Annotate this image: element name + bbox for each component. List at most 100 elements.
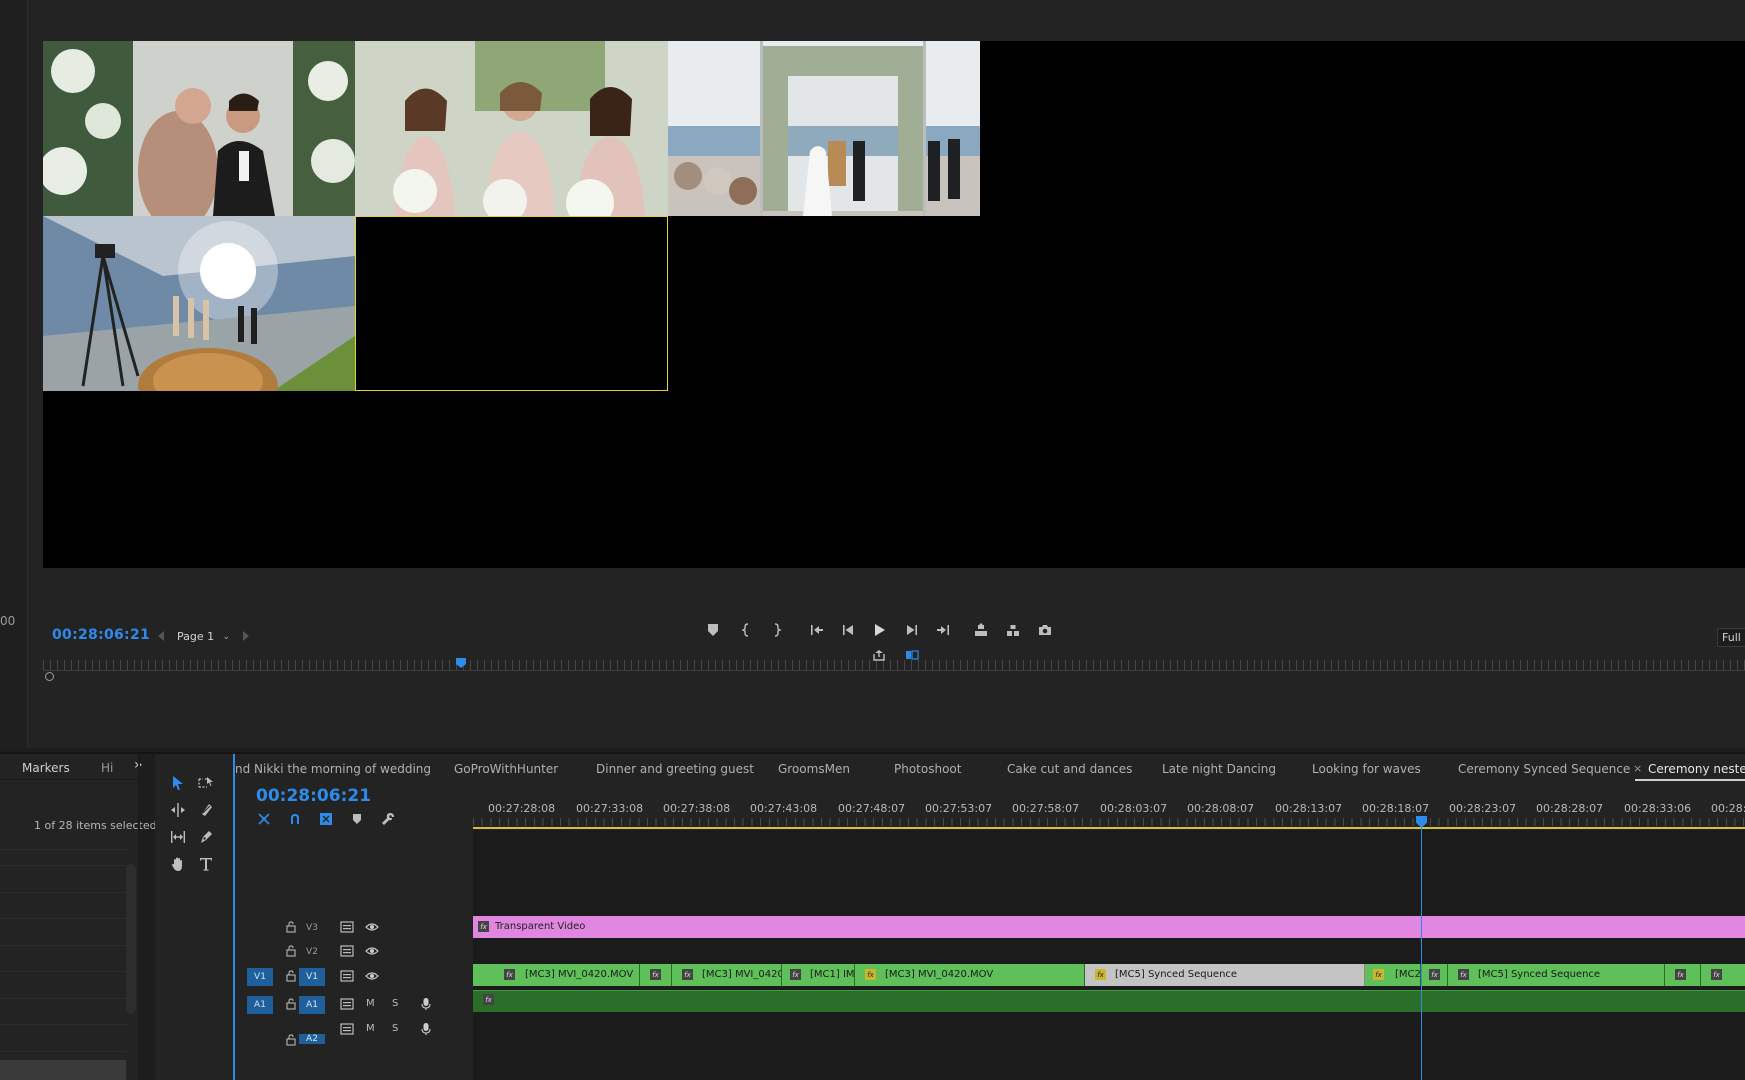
microphone-icon[interactable] [420, 1022, 432, 1036]
clip-v1[interactable]: fx [1701, 964, 1745, 986]
go-to-in-button[interactable] [806, 620, 828, 640]
clip-v1[interactable]: fx [MC3] MVI_0420.MOV [855, 964, 1085, 986]
track-name-v1[interactable]: V1 [299, 968, 325, 986]
bin-row[interactable] [0, 945, 126, 946]
clip-v1[interactable]: fx [MC5] Synced Sequence [1448, 964, 1665, 986]
tab-ceremony-nested[interactable]: Ceremony nested [1648, 762, 1745, 776]
bin-row[interactable] [0, 918, 126, 919]
hand-tool[interactable] [166, 852, 190, 876]
solo-button[interactable]: S [392, 1023, 398, 1034]
lift-button[interactable] [970, 620, 992, 640]
tab-groomsmen[interactable]: GroomsMen [778, 762, 850, 776]
close-tab-icon[interactable]: × [1633, 762, 1642, 775]
add-timeline-marker-button[interactable] [348, 810, 366, 828]
sync-lock-icon[interactable] [340, 998, 354, 1010]
step-back-button[interactable] [837, 620, 859, 640]
source-patch-v1[interactable]: V1 [247, 968, 273, 986]
play-button[interactable] [868, 620, 890, 640]
timeline-timecode[interactable]: 00:28:06:21 [256, 786, 371, 806]
razor-tool[interactable] [194, 798, 218, 822]
tab-morning-of-wedding[interactable]: nd Nikki the morning of wedding [235, 762, 431, 776]
tab-goprowithhunter[interactable]: GoProWithHunter [454, 762, 558, 776]
bin-scrollbar[interactable] [126, 864, 136, 1014]
bin-row[interactable] [0, 971, 126, 972]
tab-looking-for-waves[interactable]: Looking for waves [1312, 762, 1421, 776]
playhead-timecode[interactable]: 00:28:06:21 [52, 627, 150, 643]
next-page-arrow-icon[interactable] [243, 631, 249, 641]
nest-toggle-button[interactable] [255, 810, 273, 828]
eye-icon[interactable] [365, 946, 379, 956]
clip-transparent-video[interactable]: fx Transparent Video [473, 916, 1745, 938]
pen-tool[interactable] [194, 825, 218, 849]
camera-angle-1[interactable] [43, 41, 355, 216]
panel-divider[interactable] [138, 754, 140, 1080]
slip-tool[interactable] [166, 825, 190, 849]
camera-angle-3[interactable] [668, 41, 980, 216]
mark-in-button[interactable] [736, 620, 758, 640]
monitor-time-ruler[interactable] [43, 656, 1745, 673]
selection-tool[interactable] [166, 771, 190, 795]
track-name-v3[interactable]: V3 [299, 919, 325, 937]
sync-lock-icon[interactable] [340, 970, 354, 982]
tab-photoshoot[interactable]: Photoshoot [894, 762, 961, 776]
tab-cake-cut-and-dances[interactable]: Cake cut and dances [1007, 762, 1132, 776]
extract-button[interactable] [1002, 620, 1024, 640]
tab-late-night-dancing[interactable]: Late night Dancing [1162, 762, 1276, 776]
source-patch-a1[interactable]: A1 [247, 996, 273, 1014]
timeline-settings-button[interactable] [379, 810, 397, 828]
tab-history[interactable]: Hi [101, 761, 113, 775]
clip-v1[interactable]: fx [1421, 964, 1448, 986]
type-tool[interactable] [194, 852, 218, 876]
step-forward-button[interactable] [901, 620, 923, 640]
mute-button[interactable]: M [366, 998, 375, 1009]
insert-button[interactable] [868, 645, 890, 665]
lock-icon[interactable] [285, 998, 297, 1010]
bin-list[interactable] [0, 849, 138, 1080]
page-dropdown[interactable]: Page 1 ⌄ [172, 628, 236, 647]
bin-row[interactable] [0, 998, 126, 999]
camera-angle-4[interactable] [43, 216, 355, 391]
sync-lock-icon[interactable] [340, 945, 354, 957]
lock-icon[interactable] [285, 921, 297, 933]
track-select-tool[interactable] [194, 771, 218, 795]
resolution-dropdown[interactable]: Full [1717, 628, 1745, 647]
bin-row[interactable] [0, 849, 126, 850]
export-frame-button[interactable] [1034, 620, 1056, 640]
eye-icon[interactable] [365, 971, 379, 981]
snap-button[interactable] [286, 810, 304, 828]
track-name-a2[interactable]: A2 [299, 1034, 325, 1044]
tab-markers[interactable]: Markers [22, 761, 70, 775]
bin-row[interactable] [0, 1024, 126, 1025]
bin-row[interactable] [0, 865, 126, 866]
multicam-toggle-button[interactable] [901, 645, 923, 665]
audio-clip-a1[interactable]: fx [473, 990, 1745, 1012]
multicam-video-frame[interactable] [43, 41, 1745, 568]
mute-button[interactable]: M [366, 1023, 375, 1034]
zoom-scroll-handle[interactable] [45, 672, 54, 681]
add-marker-button[interactable] [702, 620, 724, 640]
clip-v1[interactable]: fx [MC3] MVI_0420.M [672, 964, 782, 986]
track-name-v2[interactable]: V2 [299, 943, 325, 961]
camera-angle-2[interactable] [355, 41, 668, 216]
clip-v1[interactable]: fx [640, 964, 672, 986]
go-to-out-button[interactable] [932, 620, 954, 640]
clip-v1[interactable]: fx [1665, 964, 1701, 986]
lock-icon[interactable] [285, 970, 297, 982]
timeline-time-ruler[interactable]: 00:27:28:08 00:27:33:08 00:27:38:08 00:2… [473, 796, 1745, 830]
bin-row[interactable] [0, 1051, 126, 1052]
track-content[interactable]: fx Transparent Video fx [MC3] MVI_0420.M… [473, 830, 1745, 1080]
ripple-edit-tool[interactable] [166, 798, 190, 822]
work-area-bar[interactable] [473, 827, 1745, 829]
lock-icon[interactable] [285, 1034, 297, 1046]
eye-icon[interactable] [365, 922, 379, 932]
sync-lock-icon[interactable] [340, 1023, 354, 1035]
camera-angle-5-selected[interactable] [355, 216, 668, 391]
track-name-a1[interactable]: A1 [299, 996, 325, 1014]
timeline-playhead-line[interactable] [1421, 824, 1422, 1080]
sync-lock-icon[interactable] [340, 921, 354, 933]
clip-v1[interactable]: fx [MC1] IMG [782, 964, 855, 986]
mark-out-button[interactable] [765, 620, 787, 640]
tab-dinner-and-greeting-guest[interactable]: Dinner and greeting guest [596, 762, 754, 776]
clip-v1-nested[interactable]: fx [MC5] Synced Sequence [1085, 964, 1365, 986]
previous-page-arrow-icon[interactable] [158, 631, 164, 641]
